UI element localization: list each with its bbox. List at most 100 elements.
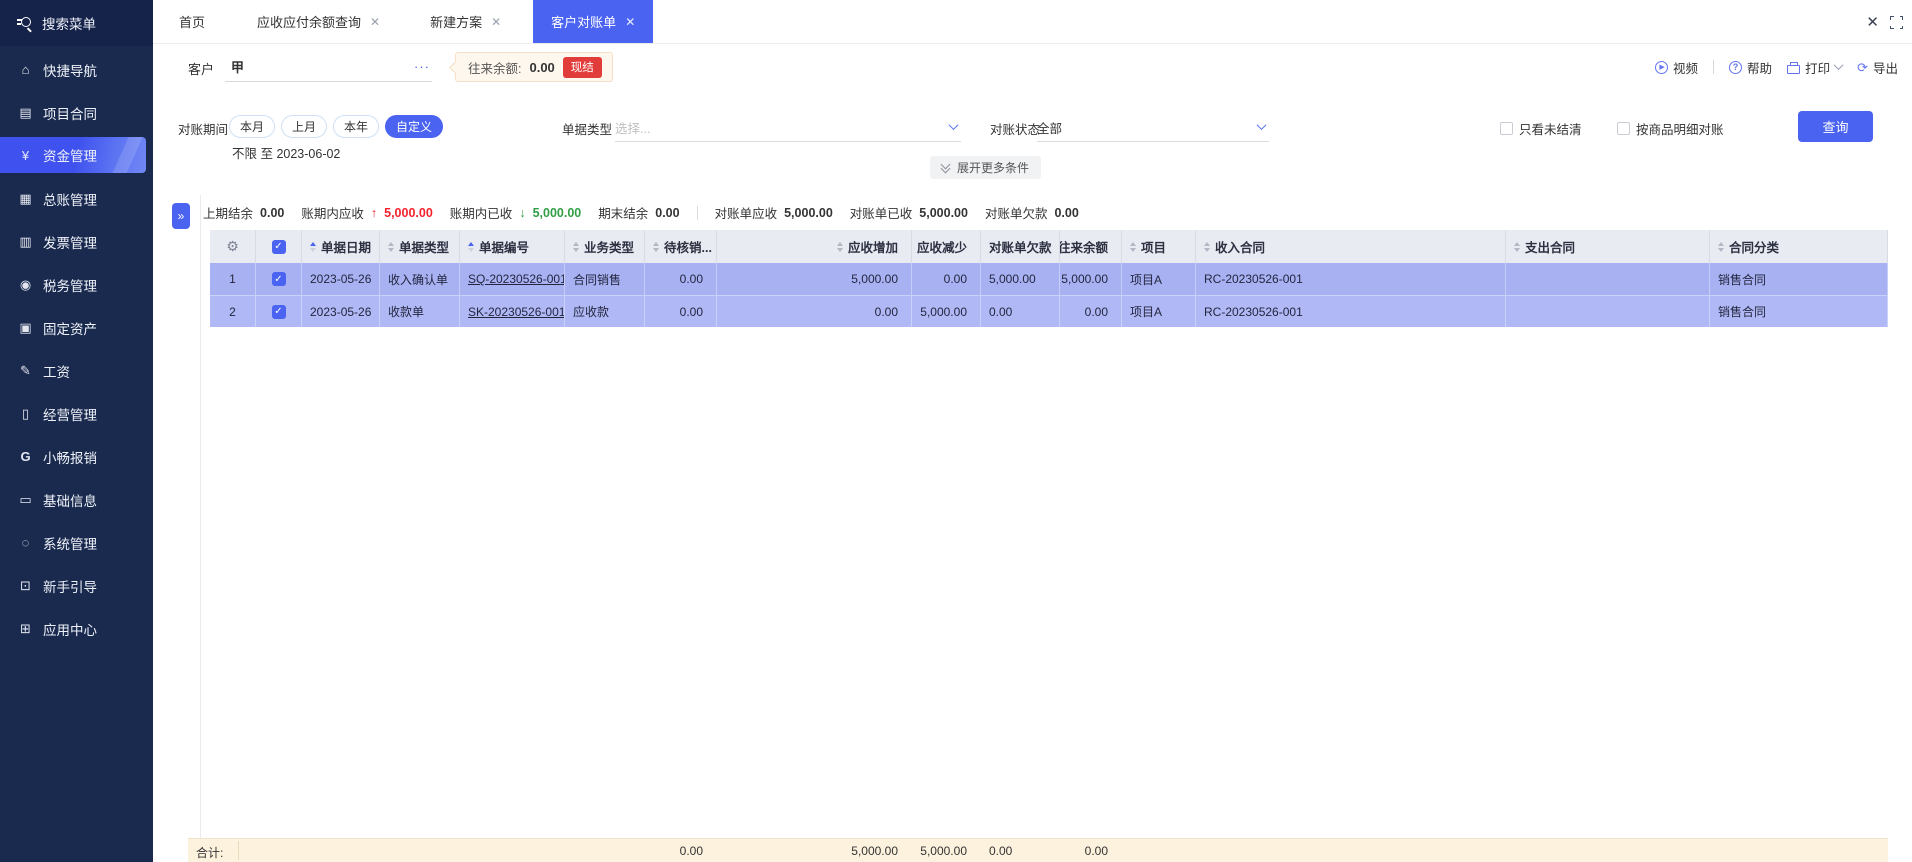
sort-icon[interactable] (1130, 241, 1136, 252)
sidebar-item-general-ledger[interactable]: ▦ 总账管理 (0, 177, 153, 220)
col-biz-type[interactable]: 业务类型 (565, 230, 645, 263)
sidebar-item-label: 工资 (43, 364, 70, 380)
col-doc-type[interactable]: 单据类型 (380, 230, 460, 263)
cell-ar-decrease: 0.00 (912, 263, 981, 295)
help-button[interactable]: ? 帮助 (1729, 58, 1772, 77)
col-doc-date[interactable]: 单据日期 (302, 230, 380, 263)
sidebar-item-label: 快捷导航 (43, 63, 97, 79)
sort-icon[interactable] (1718, 241, 1724, 252)
sort-icon[interactable] (388, 241, 394, 252)
sidebar-item-label: 税务管理 (43, 278, 97, 294)
more-options-icon[interactable]: ··· (414, 59, 432, 74)
sidebar-item-tax[interactable]: ◉ 税务管理 (0, 263, 153, 306)
sidebar-item-label: 新手引导 (43, 579, 97, 595)
print-button[interactable]: 打印 (1787, 58, 1844, 77)
summary-opening-balance: 上期结余 0.00 (203, 205, 285, 222)
col-project[interactable]: 项目 (1122, 230, 1196, 263)
col-expense-contract[interactable]: 支出合同 (1506, 230, 1710, 263)
sort-icon[interactable] (468, 241, 474, 252)
cell-statement-debt: 5,000.00 (981, 263, 1060, 295)
status-label: 对账状态 (990, 123, 1041, 137)
query-button[interactable]: 查询 (1798, 111, 1873, 142)
sidebar-item-guide[interactable]: ⊡ 新手引导 (0, 564, 153, 607)
id-card-icon: ▭ (19, 491, 32, 507)
col-balance[interactable]: 往来余额 (1060, 230, 1122, 263)
select-all-checkbox[interactable]: ✓ (271, 239, 286, 254)
period-options: 本月 上月 本年 自定义 (229, 115, 444, 138)
cell-pending: 0.00 (645, 296, 717, 327)
export-button[interactable]: ⟳ 导出 (1857, 58, 1898, 77)
tab-customer-statement[interactable]: 客户对账单 ✕ (533, 0, 654, 43)
sidebar-item-app-center[interactable]: ⊞ 应用中心 (0, 607, 153, 650)
col-doc-no[interactable]: 单据编号 (460, 230, 565, 263)
period-this-year[interactable]: 本年 (333, 115, 380, 138)
sort-icon[interactable] (836, 241, 843, 252)
doc-type-select[interactable]: 选择... (615, 114, 961, 142)
period-range: 不限 至 2023-06-02 (232, 147, 341, 161)
gear-icon[interactable]: ⚙ (226, 238, 239, 255)
sidebar-item-expense[interactable]: G 小畅报销 (0, 435, 153, 478)
doc-no-link[interactable]: SK-20230526-001 (468, 305, 564, 319)
close-tab-icon[interactable]: ✕ (370, 15, 380, 29)
table-row[interactable]: 2 ✓ 2023-05-26 收款单 SK-20230526-001 应收款 0… (210, 295, 1888, 327)
close-tab-icon[interactable]: ✕ (491, 15, 501, 29)
sort-icon[interactable] (573, 241, 579, 252)
close-icon[interactable]: ✕ (1866, 13, 1879, 31)
tab-label: 客户对账单 (551, 15, 617, 30)
tab-new-plan[interactable]: 新建方案 ✕ (412, 0, 519, 43)
total-pending: 0.00 (679, 844, 703, 858)
cell-pending: 0.00 (645, 263, 717, 295)
sidebar-item-salary[interactable]: ✎ 工资 (0, 349, 153, 392)
sidebar-search[interactable]: 搜索菜单 (0, 0, 153, 46)
cell-expense-contract (1506, 263, 1710, 295)
sort-icon[interactable] (653, 241, 659, 252)
unsettled-checkbox[interactable]: 只看未结清 (1500, 119, 1582, 138)
row-checkbox[interactable]: ✓ (271, 272, 286, 286)
col-contract-category[interactable]: 合同分类 (1710, 230, 1888, 263)
expand-more-button[interactable]: 展开更多条件 (930, 156, 1042, 179)
doc-no-link[interactable]: SQ-20230526-001 (468, 272, 564, 286)
status-value: 全部 (1037, 122, 1063, 136)
tab-label: 新建方案 (430, 15, 483, 30)
col-statement-debt[interactable]: 对账单欠款 (981, 230, 1060, 263)
balance-label: 往来余额: (468, 61, 522, 76)
chevron-down-icon (1833, 59, 1844, 70)
period-custom[interactable]: 自定义 (385, 115, 444, 138)
status-select[interactable]: 全部 (1037, 114, 1269, 142)
cell-doc-type: 收款单 (380, 296, 460, 327)
building-icon: ▣ (19, 319, 32, 335)
sidebar-item-funds-management[interactable]: ¥ 资金管理 (0, 137, 146, 173)
expand-panel-button[interactable]: » (172, 203, 190, 229)
tab-home[interactable]: 首页 (161, 0, 223, 43)
col-ar-increase[interactable]: 应收增加 (717, 230, 912, 263)
col-income-contract[interactable]: 收入合同 (1196, 230, 1506, 263)
sidebar-item-fixed-assets[interactable]: ▣ 固定资产 (0, 306, 153, 349)
sort-icon[interactable] (1204, 241, 1210, 252)
col-pending[interactable]: 待核销... (645, 230, 717, 263)
row-checkbox[interactable]: ✓ (271, 304, 286, 319)
video-button[interactable]: ▶ 视频 (1655, 58, 1698, 77)
close-tab-icon[interactable]: ✕ (625, 15, 635, 29)
sidebar-item-project-contract[interactable]: ▤ 项目合同 (0, 91, 153, 134)
total-statement-debt: 0.00 (989, 844, 1013, 858)
sidebar-item-invoice[interactable]: ▥ 发票管理 (0, 220, 153, 263)
sidebar-item-system[interactable]: ◌ 系统管理 (0, 521, 153, 564)
tab-balance-query[interactable]: 应收应付余额查询 ✕ (239, 0, 398, 43)
fullscreen-icon[interactable] (1888, 14, 1905, 31)
sidebar-item-business-management[interactable]: ▯ 经营管理 (0, 392, 153, 435)
sidebar-item-base-info[interactable]: ▭ 基础信息 (0, 478, 153, 521)
sort-icon[interactable] (310, 241, 316, 252)
period-last-month[interactable]: 上月 (281, 115, 328, 138)
period-this-month[interactable]: 本月 (229, 115, 276, 138)
sidebar-item-quick-nav[interactable]: ⌂ 快捷导航 (0, 48, 153, 91)
doc-type-placeholder: 选择... (615, 122, 651, 136)
customer-field[interactable]: 甲 ··· (225, 52, 432, 82)
sort-icon[interactable] (1514, 241, 1520, 252)
tax-icon: ◉ (19, 276, 32, 292)
app-center-icon: ⊞ (20, 620, 31, 636)
by-product-checkbox[interactable]: 按商品明细对账 (1617, 119, 1724, 138)
table-row[interactable]: 1 ✓ 2023-05-26 收入确认单 SQ-20230526-001 合同销… (210, 263, 1888, 295)
header-toolbar: ▶ 视频 ? 帮助 打印 ⟳ 导出 (1655, 44, 1898, 90)
system-icon: ◌ (21, 535, 30, 550)
col-ar-decrease[interactable]: 应收减少 (912, 230, 981, 263)
